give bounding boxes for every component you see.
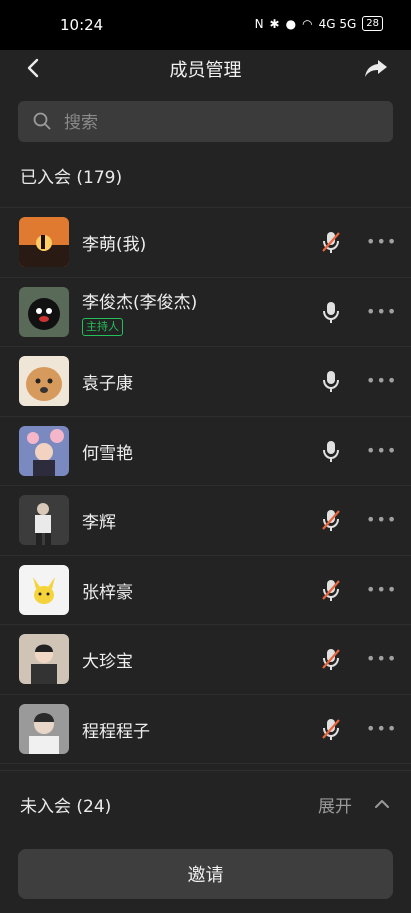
avatar [19, 217, 69, 267]
status-bar: 10:24 N ✱ ● ◠ 4G 5G 28 [0, 0, 411, 50]
mic-muted-icon[interactable] [320, 508, 342, 532]
member-list[interactable]: 李萌(我) ••• 李俊杰(李俊杰) 主持人 ••• 袁子康 ••• 何雪艳 •… [0, 207, 411, 771]
member-name: 何雪艳 [82, 443, 133, 464]
search-input[interactable] [62, 101, 366, 144]
member-name: 大珍宝 [82, 652, 133, 672]
avatar [19, 634, 69, 684]
mic-icon[interactable] [320, 439, 342, 463]
search-icon [33, 112, 51, 130]
more-icon[interactable]: ••• [366, 302, 396, 322]
share-icon[interactable] [363, 56, 389, 80]
member-row[interactable]: 袁子康 ••• [0, 347, 411, 417]
search-bar[interactable] [18, 101, 393, 144]
mic-icon[interactable] [320, 300, 342, 324]
mic-muted-icon[interactable] [320, 717, 342, 741]
member-name: 李俊杰(李俊杰) [82, 292, 198, 313]
expand-toggle[interactable]: 展开 [318, 792, 352, 817]
chevron-up-icon[interactable] [373, 797, 391, 811]
member-row[interactable]: 何雪艳 ••• [0, 417, 411, 486]
status-icons: N ✱ ● ◠ 4G 5G 28 [255, 16, 383, 31]
host-badge: 主持人 [82, 317, 123, 336]
member-name: 李辉 [82, 513, 116, 533]
member-row[interactable]: 张梓豪 ••• [0, 556, 411, 625]
wifi-icon: ◠ [302, 16, 313, 31]
avatar [19, 286, 69, 337]
member-row[interactable]: 李俊杰(李俊杰) 主持人 ••• [0, 278, 411, 347]
nfc-icon: N [254, 16, 264, 31]
member-name: 张梓豪 [82, 582, 133, 603]
member-name: 袁子康 [82, 374, 133, 394]
member-row[interactable]: 程程程子 ••• [0, 695, 411, 764]
joined-section-title: 已入会 (179) [20, 168, 123, 188]
member-row[interactable]: 李辉 ••• [0, 486, 411, 556]
more-icon[interactable]: ••• [366, 510, 396, 530]
member-name: 李萌(我) [82, 235, 147, 255]
mic-muted-icon[interactable] [320, 647, 342, 671]
more-icon[interactable]: ••• [366, 649, 396, 669]
avatar [19, 356, 69, 406]
more-icon[interactable]: ••• [366, 232, 396, 252]
not-joined-section-title: 未入会 (24) [20, 797, 112, 817]
member-name: 程程程子 [82, 721, 150, 742]
header: 成员管理 [0, 50, 411, 88]
more-icon[interactable]: ••• [366, 719, 396, 739]
member-row[interactable]: 李萌(我) ••• [0, 208, 411, 278]
avatar [19, 495, 69, 545]
page-title: 成员管理 [169, 60, 242, 81]
more-icon[interactable]: ••• [366, 580, 396, 600]
divider [0, 770, 411, 771]
battery-icon: 28 [362, 16, 383, 31]
bluetooth-icon: ✱ [269, 16, 280, 31]
mic-icon[interactable] [320, 369, 342, 393]
invite-button[interactable]: 邀请 [18, 849, 393, 899]
mic-status-icon: ● [285, 16, 297, 31]
more-icon[interactable]: ••• [366, 371, 396, 391]
mic-muted-icon[interactable] [320, 230, 342, 254]
network-label: 4G 5G [318, 16, 357, 31]
member-row[interactable]: 大珍宝 ••• [0, 625, 411, 695]
more-icon[interactable]: ••• [366, 441, 396, 461]
avatar [19, 703, 69, 754]
avatar [19, 564, 69, 615]
status-time: 10:24 [60, 16, 104, 34]
mic-muted-icon[interactable] [320, 578, 342, 602]
avatar [19, 425, 69, 476]
